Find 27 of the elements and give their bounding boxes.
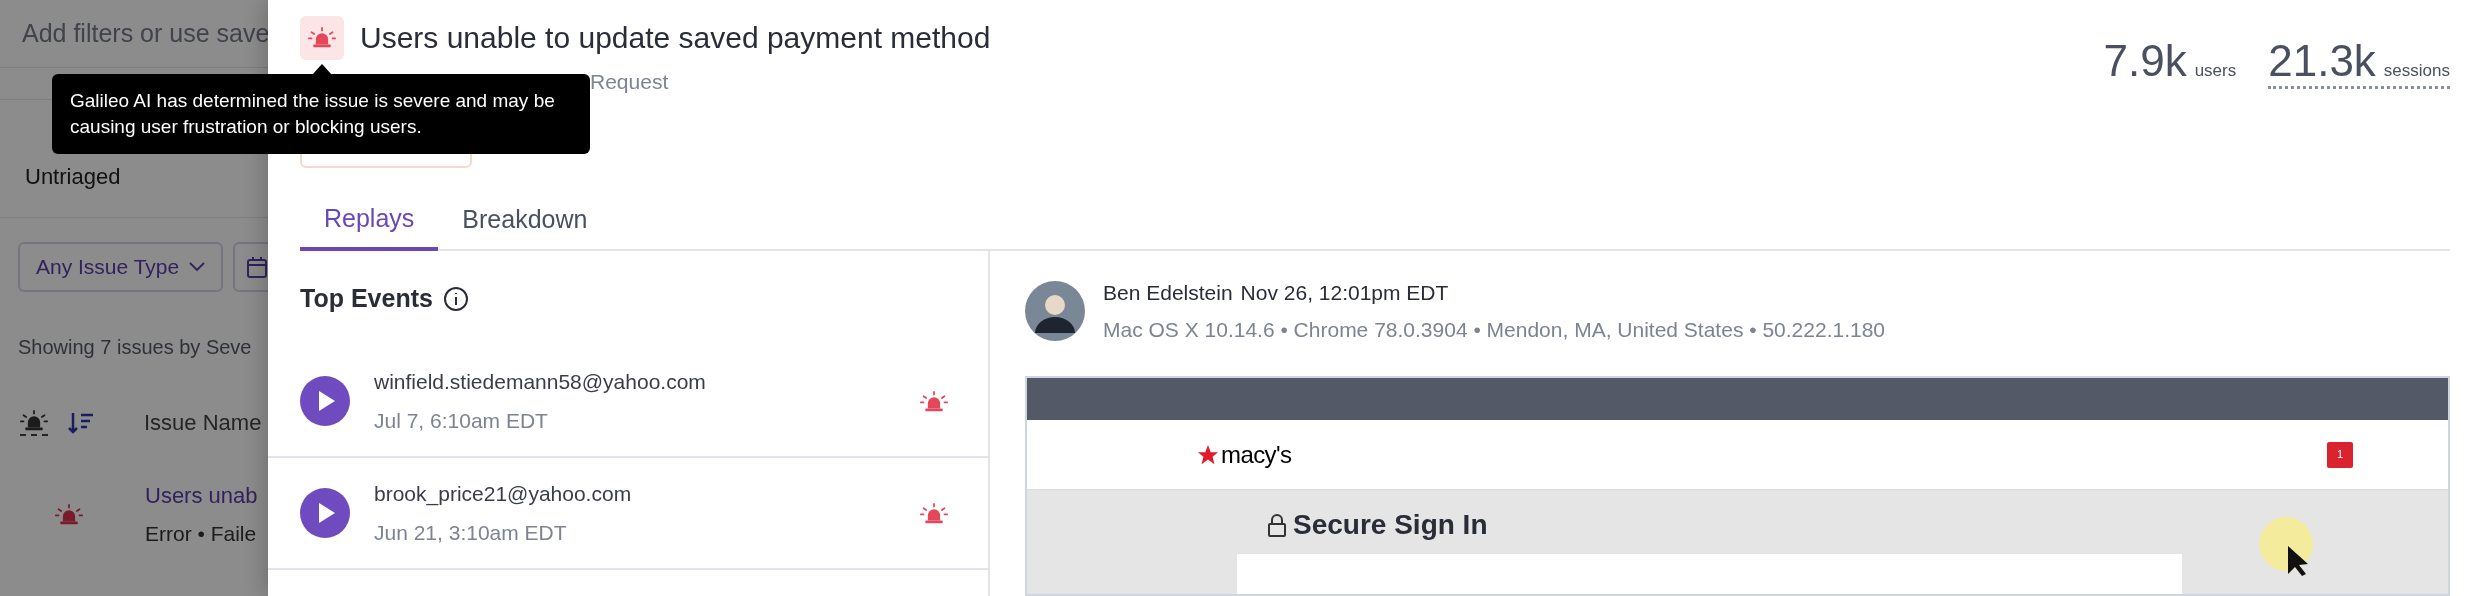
shopping-bag[interactable]: 1 (2327, 441, 2353, 468)
section-title: Top Events (300, 282, 433, 314)
event-time: Jul 7, 6:10am EDT (374, 408, 549, 434)
column-header[interactable]: Issue Name (144, 406, 262, 439)
issue-link[interactable]: Users unab (145, 479, 258, 512)
user-name[interactable]: Ben Edelstein (1103, 276, 1233, 308)
tooltip-text: Galileo AI has determined the issue is severe and may be causing user frustration or blocking users. (70, 89, 556, 139)
tab[interactable]: Breakdown (438, 190, 612, 249)
event-email: winfield.stiedemann58@yahoo.com (374, 368, 707, 395)
filter-dropdown[interactable]: Any Issue Type (18, 242, 224, 292)
event-row[interactable]: brook_price21@yahoo.com Jun 21, 3:10am EDT (268, 458, 988, 570)
sign-in-heading: Secure Sign In (1293, 508, 1488, 542)
event-row[interactable]: winfield.stiedemann58@yahoo.com Jul 7, 6:10am EDT (268, 346, 988, 458)
search-field[interactable]: Add filters or use save (22, 14, 268, 53)
store-logo[interactable]: macy's (1221, 436, 1292, 473)
stat: 7.9k users (2103, 39, 2237, 87)
event-email: brook_price21@yahoo.com (374, 480, 633, 508)
triage-tab[interactable]: Untriaged (25, 160, 121, 193)
tab[interactable]: Replays (300, 190, 439, 251)
issue-subtitle: Error • Faile (145, 521, 258, 547)
stat[interactable]: 21.3k sessions (2268, 39, 2450, 89)
results-summary: Showing 7 issues by Seve (17, 335, 253, 360)
issue-title: Users unable to update saved payment method (360, 20, 991, 56)
event-time: Jun 21, 3:10am EDT (374, 520, 568, 546)
issue-subtitle: Request (590, 69, 670, 95)
session-meta: Mac OS X 10.14.6 • Chrome 78.0.3904 • Mendon, MA, United States • 50.222.1.180 (1103, 317, 1885, 343)
session-time: Nov 26, 12:01pm EDT (1240, 279, 1449, 306)
